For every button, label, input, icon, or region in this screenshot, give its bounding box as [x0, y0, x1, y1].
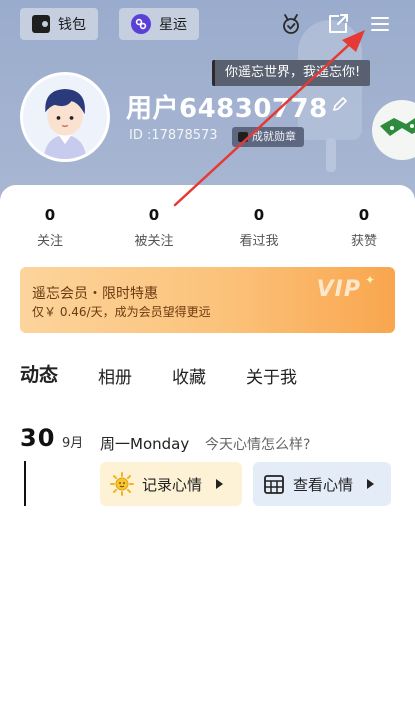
vip-logo: VIP	[316, 277, 361, 302]
vip-subtitle: 仅￥ 0.46/天，成为会员望得更远	[32, 305, 211, 319]
stat-following[interactable]: 0 关注	[0, 206, 100, 249]
horoscope-label: 星运	[159, 17, 187, 33]
stat-value: 0	[44, 206, 56, 224]
record-mood-button[interactable]: 记录心情	[100, 462, 242, 506]
vip-promo-banner[interactable]: 遥忘会员・限时特惠 仅￥ 0.46/天，成为会员望得更远 VIP ✦	[20, 267, 395, 333]
stat-label: 获赞	[350, 234, 377, 249]
record-mood-label: 记录心情	[142, 475, 203, 494]
tab-label: 动态	[20, 364, 59, 386]
decoration-stick	[326, 138, 336, 172]
stat-value: 0	[148, 206, 160, 224]
sun-icon	[110, 472, 134, 496]
stat-visitors[interactable]: 0 看过我	[209, 206, 309, 249]
horoscope-button[interactable]: 星运	[119, 8, 199, 40]
mood-prompt: 今天心情怎么样?	[205, 437, 311, 453]
wallet-label: 钱包	[58, 17, 86, 33]
stat-label: 看过我	[239, 234, 279, 249]
horoscope-icon	[131, 14, 151, 34]
stat-value: 0	[358, 206, 370, 224]
weekday-label: 周一Monday	[100, 435, 190, 453]
view-mood-label: 查看心情	[293, 475, 354, 494]
stat-label: 关注	[36, 234, 63, 249]
wallet-icon	[32, 15, 50, 33]
play-arrow-icon	[216, 479, 224, 489]
stat-value: 0	[253, 206, 265, 224]
greeting-bubble: 你遥忘世界，我遥忘你!	[212, 60, 371, 86]
medal-icon	[238, 132, 248, 142]
achievement-badge[interactable]: 成就勋章	[232, 127, 304, 147]
timeline-line	[24, 461, 26, 506]
stat-likes[interactable]: 0 获赞	[314, 206, 414, 249]
edit-icon[interactable]	[330, 94, 350, 114]
tab-favorites[interactable]: 收藏	[172, 363, 206, 388]
play-arrow-icon	[367, 479, 375, 489]
share-icon[interactable]	[326, 12, 350, 36]
profile-tabs: 动态 相册 收藏 关于我	[20, 360, 337, 388]
tab-album[interactable]: 相册	[98, 363, 132, 388]
tab-about-me[interactable]: 关于我	[246, 363, 297, 388]
tab-moments[interactable]: 动态	[20, 360, 59, 388]
date-month: 9月	[62, 436, 84, 451]
stat-followers[interactable]: 0 被关注	[104, 206, 204, 249]
calendar-icon	[264, 475, 284, 494]
tab-label: 收藏	[172, 368, 207, 388]
user-id: ID :17878573	[129, 128, 218, 143]
menu-icon[interactable]	[368, 12, 392, 36]
wallet-button[interactable]: 钱包	[20, 8, 98, 40]
avatar[interactable]	[20, 72, 110, 162]
tab-label: 关于我	[246, 368, 298, 388]
username: 用户64830778	[126, 94, 328, 124]
avatar-illustration	[23, 75, 107, 159]
stat-label: 被关注	[134, 234, 174, 249]
view-mood-button[interactable]: 查看心情	[253, 462, 391, 506]
tab-label: 相册	[98, 368, 133, 388]
badge-label: 成就勋章	[252, 130, 296, 143]
achievement-icon[interactable]	[279, 12, 303, 36]
sparkle-icon: ✦	[364, 273, 375, 287]
date-day: 30	[20, 424, 56, 452]
vip-title: 遥忘会员・限时特惠	[32, 286, 158, 302]
